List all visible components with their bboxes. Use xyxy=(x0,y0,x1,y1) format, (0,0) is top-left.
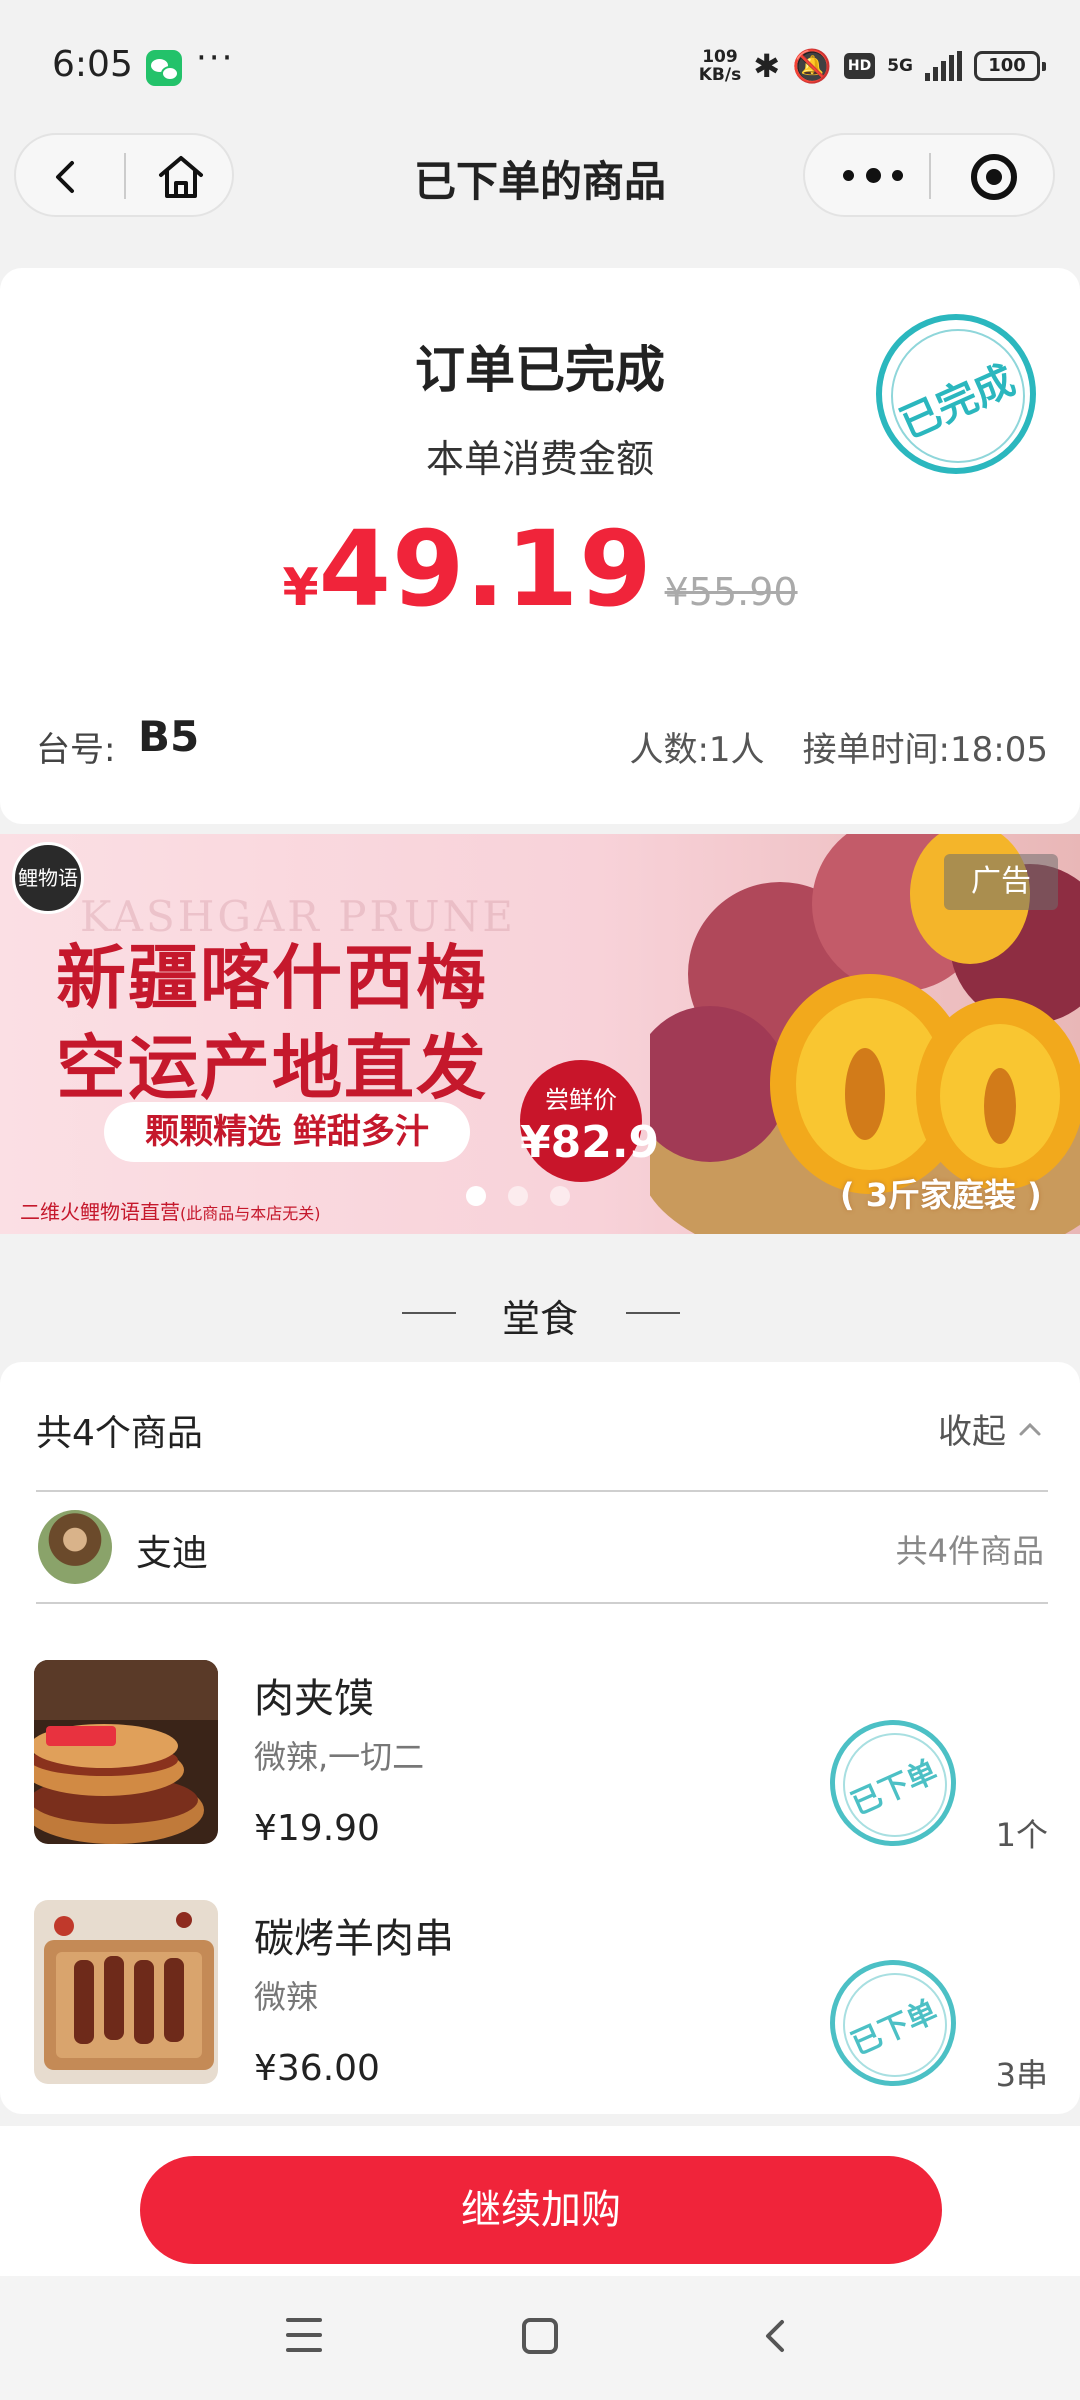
list-item[interactable]: 碳烤羊肉串 微辣 ¥36.00 已下单 3串 xyxy=(0,1900,1080,2100)
home-icon[interactable] xyxy=(156,153,206,201)
goods-count: 共4个商品 xyxy=(36,1413,203,1454)
bottom-bar: 继续加购 xyxy=(0,2126,1080,2276)
page-title: 已下单的商品 xyxy=(413,157,666,206)
list-item[interactable]: 肉夹馍 微辣,一切二 ¥19.90 已下单 1个 xyxy=(0,1660,1080,1860)
goods-card: 共4个商品 收起 支迪 共4件商品 肉夹馍 微辣,一切二 ¥19.90 已下单 … xyxy=(0,1362,1080,2114)
ad-headline-2: 空运产地直发 xyxy=(56,1026,488,1109)
item-quantity: 3串 xyxy=(995,2056,1048,2094)
section-title: 堂食 xyxy=(0,1288,1080,1343)
signal-icon xyxy=(925,51,962,81)
ordered-stamp-icon: 已下单 xyxy=(830,1720,956,1846)
carousel-dot-3[interactable] xyxy=(550,1186,570,1206)
menu-icon[interactable] xyxy=(286,2318,322,2352)
item-image xyxy=(34,1660,218,1844)
nav-divider xyxy=(124,153,126,199)
bluetooth-icon: ✱ xyxy=(753,47,781,85)
network-type: 5G xyxy=(887,56,913,76)
ad-badge-label: 尝鲜价 xyxy=(545,1086,617,1114)
item-price: ¥36.00 xyxy=(254,2048,380,2089)
user-item-count: 共4件商品 xyxy=(895,1532,1044,1570)
network-speed-unit: KB/s xyxy=(698,65,742,85)
item-price: ¥19.90 xyxy=(254,1808,380,1849)
network-speed-value: 109 xyxy=(702,47,738,67)
ordered-stamp-icon: 已下单 xyxy=(830,1960,956,2086)
ad-slogan: 颗颗精选 鲜甜多汁 xyxy=(104,1102,470,1162)
ad-price-badge: 尝鲜价 ¥82.9 xyxy=(520,1060,660,1182)
item-spec: 微辣,一切二 xyxy=(254,1738,425,1776)
price-row: ¥49.19 ¥55.90 xyxy=(0,508,1080,630)
back-icon[interactable] xyxy=(756,2316,796,2356)
carousel-dot-2[interactable] xyxy=(508,1186,528,1206)
ad-badge-price: ¥82.9 xyxy=(520,1117,660,1168)
continue-order-button[interactable]: 继续加购 xyxy=(140,2156,942,2264)
carousel-dot-1[interactable] xyxy=(466,1186,486,1206)
collapse-label: 收起 xyxy=(938,1412,1006,1452)
ad-logo: 鲤物语 xyxy=(12,842,84,914)
accept-time: 接单时间:18:05 xyxy=(802,730,1048,770)
completed-stamp-icon: 已完成 xyxy=(876,314,1036,474)
item-name: 肉夹馍 xyxy=(254,1676,374,1722)
battery-icon: 100 xyxy=(974,51,1046,81)
collapse-button[interactable]: 收起 xyxy=(938,1404,1044,1453)
nav-capsule-left xyxy=(14,133,234,217)
ad-source-note: (此商品与本店无关) xyxy=(180,1204,321,1223)
price-amount: 49.19 xyxy=(318,508,653,630)
table-label: 台号: xyxy=(36,730,116,770)
divider xyxy=(36,1602,1048,1604)
more-dots-icon[interactable] xyxy=(843,153,903,197)
order-meta: 人数:1人 接单时间:18:05 xyxy=(591,722,1048,771)
carousel-dots[interactable] xyxy=(466,1186,570,1206)
price-currency: ¥ xyxy=(282,558,319,618)
status-more: ··· xyxy=(196,38,235,78)
item-name: 碳烤羊肉串 xyxy=(254,1916,454,1962)
ad-tag: 广告 xyxy=(944,854,1058,910)
nav-capsule-right xyxy=(803,133,1055,217)
item-spec: 微辣 xyxy=(254,1978,319,2016)
target-circle-icon[interactable] xyxy=(971,154,1017,200)
status-time: 6:05 xyxy=(52,44,133,85)
avatar xyxy=(38,1510,112,1584)
network-speed: 109 KB/s xyxy=(699,48,741,84)
ordered-stamp-label: 已下单 xyxy=(846,1753,943,1823)
table-number: B5 xyxy=(138,712,200,761)
nav-divider xyxy=(929,153,931,199)
original-price: ¥55.90 xyxy=(664,570,798,614)
hd-icon: HD xyxy=(843,53,876,79)
wechat-icon xyxy=(146,50,182,86)
ad-source: 二维火鲤物语直营(此商品与本店无关) xyxy=(20,1196,321,1225)
ordered-stamp-label: 已下单 xyxy=(846,1993,943,2063)
system-nav-bar xyxy=(0,2276,1080,2400)
order-summary-card: 订单已完成 本单消费金额 ¥49.19 ¥55.90 已完成 台号: B5 人数:… xyxy=(0,268,1080,824)
status-bar: 6:05 ··· 109 KB/s ✱ 🔕 HD 5G 100 xyxy=(0,0,1080,130)
item-quantity: 1个 xyxy=(995,1816,1048,1854)
status-right: 109 KB/s ✱ 🔕 HD 5G 100 xyxy=(699,47,1046,85)
home-square-icon[interactable] xyxy=(522,2318,558,2354)
divider xyxy=(36,1490,1048,1492)
ad-banner[interactable]: 鲤物语 KASHGAR PRUNE 新疆喀什西梅 空运产地直发 颗颗精选 鲜甜多… xyxy=(0,834,1080,1234)
ad-pack-size: ( 3斤家庭装 ) xyxy=(840,1176,1042,1214)
ad-source-name: 二维火鲤物语直营 xyxy=(20,1200,180,1224)
chevron-up-icon xyxy=(1019,1422,1041,1435)
chevron-left-icon[interactable] xyxy=(46,157,86,197)
mute-icon: 🔕 xyxy=(792,47,832,85)
people-count: 人数:1人 xyxy=(629,730,765,770)
ad-headline-1: 新疆喀什西梅 xyxy=(56,936,488,1019)
item-image xyxy=(34,1900,218,2084)
user-name: 支迪 xyxy=(136,1533,209,1574)
completed-stamp-label: 已完成 xyxy=(893,357,1022,449)
